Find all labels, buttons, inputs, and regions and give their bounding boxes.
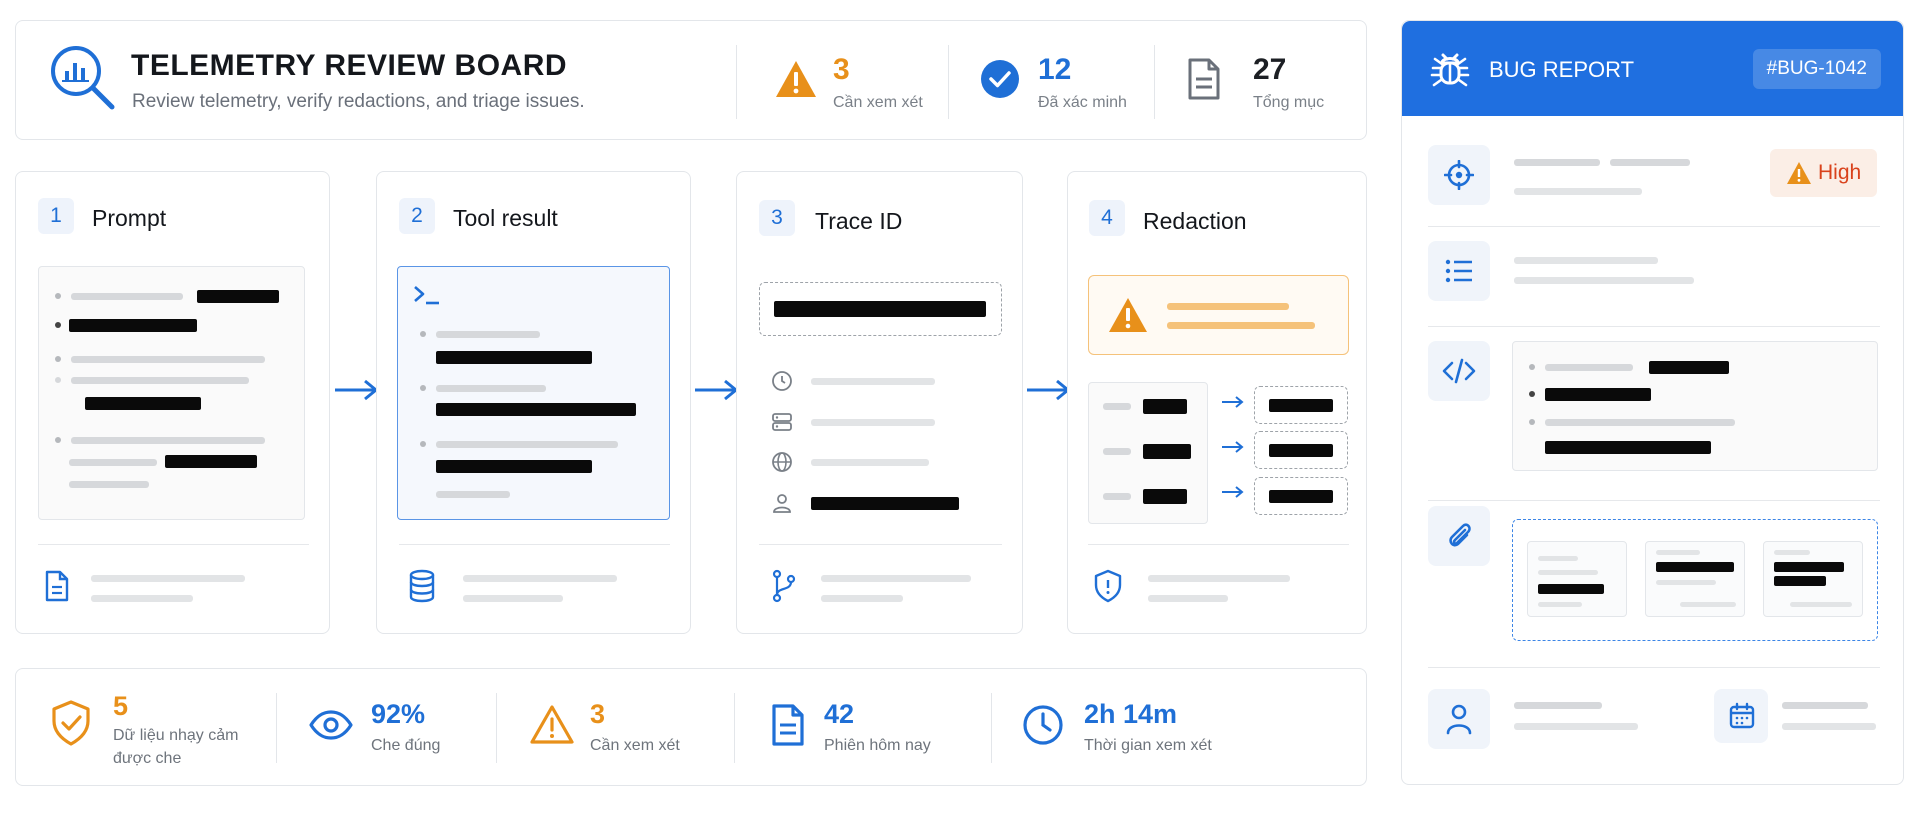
calendar-icon bbox=[1729, 702, 1755, 729]
search-analytics-icon bbox=[51, 46, 115, 110]
summary-stat-label: Che đúng bbox=[371, 737, 441, 754]
warning-icon bbox=[1109, 298, 1147, 332]
due-date-tile bbox=[1714, 689, 1768, 743]
shield-icon bbox=[1094, 569, 1122, 603]
summary-stats-bar: 5 Dữ liệu nhạy cảm được che 92% Che đúng… bbox=[15, 668, 1367, 786]
list-icon bbox=[1445, 259, 1472, 283]
stat-value: 12 bbox=[1038, 53, 1072, 86]
summary-stat-label: Thời gian xem xét bbox=[1084, 737, 1212, 754]
summary-stat-value: 5 bbox=[113, 691, 129, 721]
code-icon bbox=[1442, 358, 1476, 384]
summary-stat-label: Phiên hôm nay bbox=[824, 737, 931, 754]
stat-label: Cần xem xét bbox=[833, 94, 923, 111]
bug-report-header: BUG REPORT #BUG-1042 bbox=[1402, 21, 1903, 116]
attachment-tile bbox=[1428, 506, 1490, 566]
summary-stat-value: 3 bbox=[590, 699, 606, 729]
attachment-thumbnail[interactable] bbox=[1527, 541, 1627, 617]
step-card-trace-id[interactable]: 3 Trace ID bbox=[736, 171, 1023, 634]
attachments-dropzone[interactable] bbox=[1512, 519, 1878, 641]
summary-stat-label: Dữ liệu nhạy cảm bbox=[113, 727, 239, 744]
warning-icon bbox=[1787, 162, 1811, 184]
summary-stat-value: 92% bbox=[371, 699, 426, 729]
step-title: Tool result bbox=[453, 205, 558, 231]
bug-report-panel: BUG REPORT #BUG-1042 High bbox=[1401, 20, 1904, 785]
target-icon bbox=[1444, 160, 1474, 190]
warning-icon bbox=[530, 705, 574, 744]
redaction-source-box bbox=[1088, 382, 1208, 524]
step-card-tool-result[interactable]: 2 Tool result bbox=[376, 171, 691, 634]
terminal-icon bbox=[414, 286, 439, 305]
paperclip-icon bbox=[1449, 523, 1471, 547]
step-number: 4 bbox=[1089, 200, 1125, 236]
header-card: TELEMETRY REVIEW BOARD Review telemetry,… bbox=[15, 20, 1367, 140]
step-title: Prompt bbox=[92, 205, 167, 231]
code-tile bbox=[1428, 341, 1490, 401]
list-tile bbox=[1428, 241, 1490, 301]
document-icon bbox=[1188, 58, 1220, 100]
branch-icon bbox=[772, 569, 796, 603]
flow-arrow-icon bbox=[335, 379, 378, 401]
clock-icon bbox=[1023, 705, 1063, 745]
prompt-content-box bbox=[38, 266, 305, 520]
step-title: Trace ID bbox=[815, 208, 903, 234]
warning-icon bbox=[776, 61, 816, 97]
severity-badge[interactable]: High bbox=[1770, 149, 1878, 197]
target-tile bbox=[1428, 145, 1490, 205]
stat-value: 3 bbox=[833, 53, 850, 86]
document-icon bbox=[772, 704, 804, 746]
shield-check-icon bbox=[52, 700, 90, 746]
flow-arrow-icon bbox=[695, 379, 738, 401]
summary-stat-label: được che bbox=[113, 750, 182, 767]
bug-icon bbox=[1430, 53, 1470, 87]
step-title: Redaction bbox=[1143, 208, 1247, 234]
step-number: 2 bbox=[399, 198, 435, 234]
trace-id-box bbox=[759, 282, 1002, 336]
check-circle-icon bbox=[981, 60, 1019, 98]
summary-stat-label: Cần xem xét bbox=[590, 737, 680, 754]
page-title: TELEMETRY REVIEW BOARD bbox=[131, 49, 568, 82]
redacted-value bbox=[1254, 431, 1348, 469]
stat-label: Đã xác minh bbox=[1038, 94, 1127, 111]
arrow-right-icon bbox=[1222, 441, 1244, 453]
step-card-prompt[interactable]: 1 Prompt bbox=[15, 171, 330, 634]
server-icon bbox=[772, 413, 792, 431]
clock-icon bbox=[772, 371, 792, 391]
redacted-value bbox=[1254, 477, 1348, 515]
summary-stat-value: 2h 14m bbox=[1084, 699, 1178, 729]
bug-report-title: BUG REPORT bbox=[1489, 57, 1635, 82]
assignee-tile bbox=[1428, 689, 1490, 749]
document-icon bbox=[45, 570, 69, 602]
database-icon bbox=[409, 569, 435, 603]
step-number: 1 bbox=[38, 198, 74, 234]
code-snippet-box bbox=[1512, 341, 1878, 471]
stat-label: Tổng mục bbox=[1253, 94, 1325, 111]
redacted-value bbox=[1254, 386, 1348, 424]
tool-result-box bbox=[397, 266, 670, 520]
eye-icon bbox=[309, 710, 353, 740]
stat-value: 27 bbox=[1253, 53, 1287, 86]
step-card-redaction[interactable]: 4 Redaction bbox=[1067, 171, 1367, 634]
arrow-right-icon bbox=[1222, 396, 1244, 408]
attachment-thumbnail[interactable] bbox=[1763, 541, 1863, 617]
redaction-warning-box bbox=[1088, 275, 1349, 355]
summary-stat-value: 42 bbox=[824, 699, 855, 729]
arrow-right-icon bbox=[1222, 486, 1244, 498]
severity-label: High bbox=[1818, 161, 1862, 184]
user-icon bbox=[773, 494, 791, 513]
flow-arrow-icon bbox=[1027, 379, 1070, 401]
step-number: 3 bbox=[759, 200, 795, 236]
globe-icon bbox=[772, 452, 792, 472]
bug-id-badge[interactable]: #BUG-1042 bbox=[1752, 49, 1881, 89]
user-icon bbox=[1446, 704, 1472, 735]
attachment-thumbnail[interactable] bbox=[1645, 541, 1745, 617]
page-subtitle: Review telemetry, verify redactions, and… bbox=[132, 91, 585, 112]
